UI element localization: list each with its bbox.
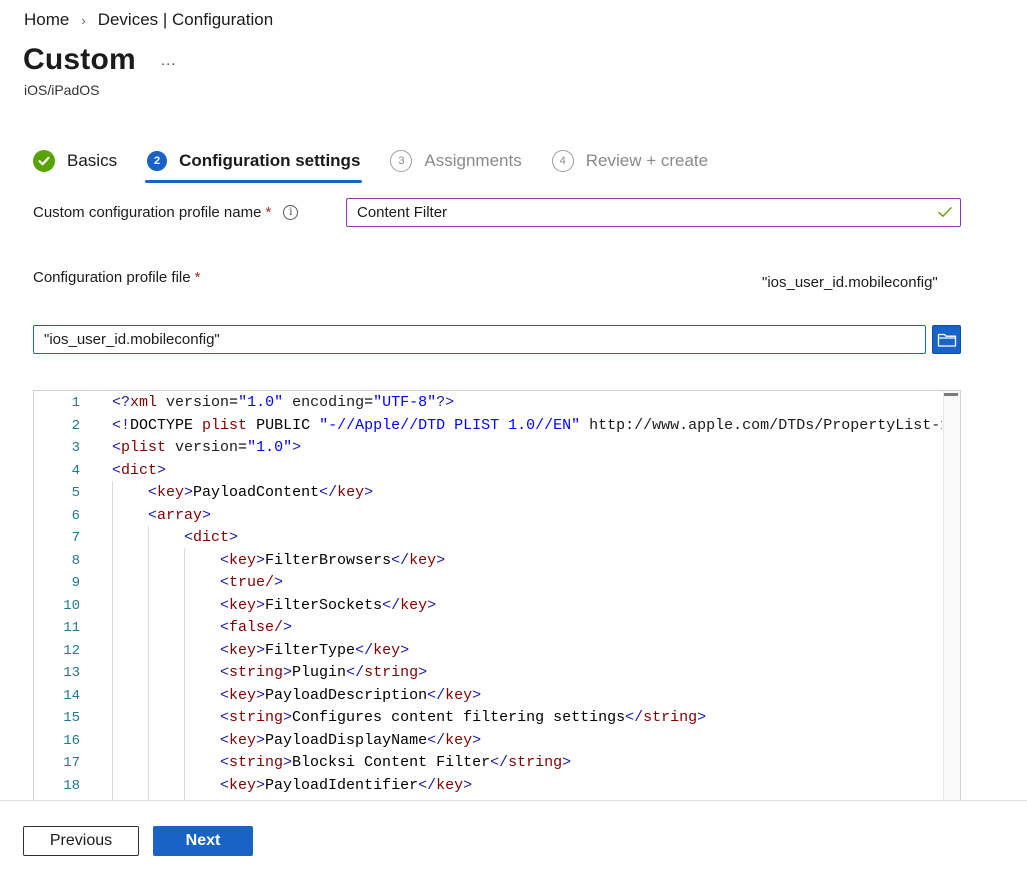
- next-button[interactable]: Next: [153, 826, 253, 856]
- code-line: <dict>: [184, 529, 239, 546]
- profile-name-label-text: Custom configuration profile name: [33, 204, 262, 221]
- code-line: <string>Plugin</string>: [220, 664, 428, 681]
- selected-file-name: "ios_user_id.mobileconfig": [762, 274, 938, 291]
- scroll-position-mark: [944, 393, 958, 396]
- breadcrumb-devices-configuration[interactable]: Devices | Configuration: [98, 10, 273, 30]
- step-label: Review + create: [585, 151, 709, 170]
- step-label: Basics: [67, 151, 118, 170]
- info-icon[interactable]: i: [283, 205, 299, 220]
- profile-file-label: Configuration profile file *: [33, 269, 200, 286]
- previous-button[interactable]: Previous: [23, 826, 139, 856]
- line-number: 17: [63, 755, 80, 771]
- code-line: <key>FilterSockets</key>: [220, 596, 437, 614]
- line-number: 10: [63, 597, 80, 614]
- step-configuration-settings[interactable]: 2 Configuration settings: [145, 148, 363, 183]
- line-number: 11: [63, 620, 80, 636]
- line-number: 18: [63, 777, 80, 794]
- code-line: <plist version="1.0">: [112, 439, 302, 456]
- required-asterisk: *: [194, 269, 201, 286]
- editor-scrollbar[interactable]: [943, 391, 960, 800]
- line-number: 6: [71, 507, 80, 524]
- step-review-create[interactable]: 4 Review + create: [551, 148, 709, 174]
- step-label: Assignments: [424, 151, 522, 170]
- step-number: 4: [551, 150, 574, 172]
- code-line: <key>PayloadDisplayName</key>: [220, 731, 482, 749]
- profile-name-input[interactable]: [346, 198, 961, 227]
- more-options-button[interactable]: ...: [161, 52, 177, 69]
- code-editor[interactable]: 1 2 3 4 5 6 7 8 9 10 11 12 13 14 15 16 17 18 <?xml versio…: [33, 390, 961, 800]
- line-number: 2: [71, 417, 80, 434]
- code-line: <string>Blocksi Content Filter</string>: [220, 754, 572, 771]
- line-number-gutter: 1 2 3 4 5 6 7 8 9 10 11 12 13 14 15 16 17 18: [34, 391, 94, 800]
- wizard-steps: Basics 2 Configuration settings 3 Assign…: [33, 148, 738, 183]
- code-line: <key>FilterType</key>: [220, 641, 410, 659]
- line-number: 7: [71, 530, 80, 546]
- code-line: <false/>: [220, 619, 293, 636]
- step-number: 3: [390, 150, 413, 172]
- line-number: 5: [71, 485, 80, 501]
- step-label: Configuration settings: [179, 151, 361, 170]
- folder-icon: [937, 333, 956, 347]
- code-line: <array>: [148, 506, 212, 524]
- browse-file-button[interactable]: [932, 325, 961, 354]
- line-number: 12: [63, 642, 80, 659]
- code-line: <dict>: [112, 461, 167, 479]
- code-line: <key>PayloadIdentifier</key>: [220, 776, 473, 794]
- required-asterisk: *: [265, 204, 272, 221]
- profile-name-label: Custom configuration profile name * i: [33, 204, 299, 221]
- line-number: 13: [63, 665, 80, 681]
- code-line: <true/>: [220, 574, 284, 591]
- step-complete-icon: [33, 150, 55, 172]
- line-number: 4: [71, 462, 80, 479]
- code-content[interactable]: <?xml version="1.0" encoding="UTF-8"?> <!…: [112, 391, 942, 800]
- breadcrumb-separator: ›: [81, 12, 86, 28]
- code-line: <key>PayloadDescription</key>: [220, 686, 482, 704]
- step-number: 2: [147, 151, 168, 171]
- code-line: <string>Configures content filtering set…: [220, 709, 707, 726]
- indent-guide: [184, 548, 185, 800]
- line-number: 15: [63, 710, 80, 726]
- page-subtitle: iOS/iPadOS: [24, 82, 100, 98]
- breadcrumb-home[interactable]: Home: [24, 10, 69, 30]
- code-line: <!DOCTYPE plist PUBLIC "-//Apple//DTD PL…: [112, 416, 942, 434]
- profile-file-label-text: Configuration profile file: [33, 269, 191, 286]
- line-number: 9: [71, 575, 80, 591]
- checkmark-icon: [938, 207, 952, 217]
- profile-file-input[interactable]: [33, 325, 926, 354]
- step-assignments[interactable]: 3 Assignments: [390, 148, 522, 174]
- line-number: 16: [63, 732, 80, 749]
- code-line: <key>PayloadContent</key>: [148, 484, 374, 501]
- breadcrumb: Home › Devices | Configuration: [24, 10, 273, 30]
- line-number: 14: [63, 687, 80, 704]
- line-number: 3: [71, 440, 80, 456]
- indent-guide: [112, 481, 113, 800]
- indent-guide: [148, 526, 149, 800]
- line-number: 8: [71, 552, 80, 569]
- code-line: <?xml version="1.0" encoding="UTF-8"?>: [112, 394, 455, 411]
- page-title: Custom: [23, 43, 136, 76]
- step-basics[interactable]: Basics: [33, 148, 117, 174]
- code-line: <key>FilterBrowsers</key>: [220, 551, 446, 569]
- line-number: 1: [71, 395, 80, 411]
